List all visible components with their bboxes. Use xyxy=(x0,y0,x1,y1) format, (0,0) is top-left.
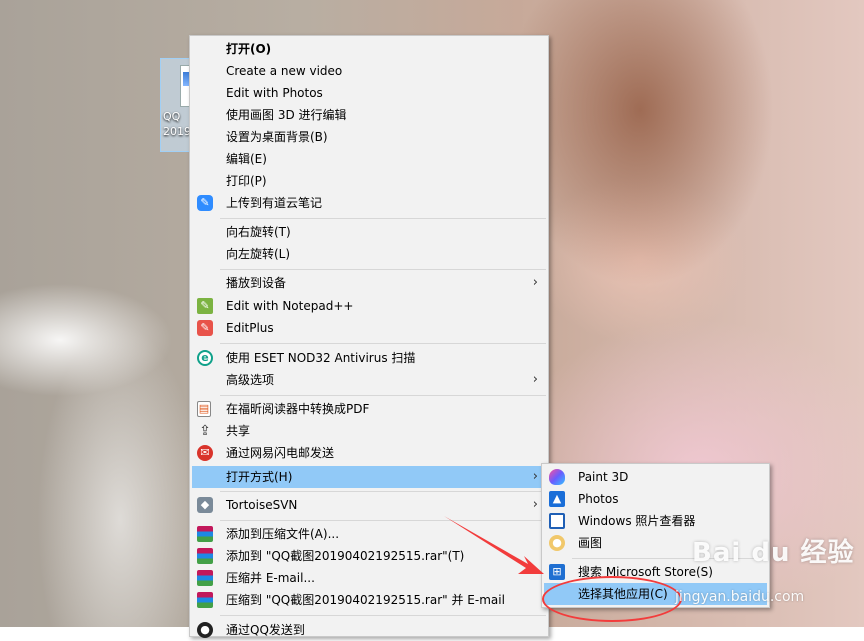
menu-separator xyxy=(220,395,546,396)
menu-item-cast-to-device[interactable]: 播放到设备 › xyxy=(192,272,546,294)
netease-flash-mail-icon: ✉ xyxy=(197,445,213,461)
menu-item-label: 设置为桌面背景(B) xyxy=(226,130,328,144)
annotation-arrow xyxy=(444,516,544,574)
menu-item-share[interactable]: ⇪ 共享 xyxy=(192,420,546,442)
menu-item-edit-with-photos[interactable]: Edit with Photos xyxy=(192,82,546,104)
menu-item-send-via-qq[interactable]: ● 通过QQ发送到 xyxy=(192,619,546,641)
submenu-item-photos[interactable]: ▲ Photos xyxy=(544,488,767,510)
menu-item-advanced-options[interactable]: 高级选项 › xyxy=(192,369,546,391)
submenu-item-label: 画图 xyxy=(578,536,603,550)
photos-icon: ▲ xyxy=(549,491,565,507)
menu-item-label: TortoiseSVN xyxy=(226,498,298,512)
menu-item-edit[interactable]: 编辑(E) xyxy=(192,148,546,170)
menu-item-label: 打印(P) xyxy=(226,174,267,188)
submenu-item-windows-photo-viewer[interactable]: Windows 照片查看器 xyxy=(544,510,767,532)
menu-item-label: 使用 ESET NOD32 Antivirus 扫描 xyxy=(226,351,416,365)
winrar-icon xyxy=(197,548,213,564)
menu-item-label: Create a new video xyxy=(226,64,343,78)
menu-item-rotate-left[interactable]: 向左旋转(L) xyxy=(192,243,546,265)
menu-item-label: 高级选项 xyxy=(226,373,275,387)
submenu-item-label: Windows 照片查看器 xyxy=(578,514,696,528)
menu-separator xyxy=(220,615,546,616)
notepadpp-icon: ✎ xyxy=(197,298,213,314)
menu-item-label: EditPlus xyxy=(226,321,274,335)
menu-item-editplus[interactable]: ✎ EditPlus xyxy=(192,317,546,339)
menu-item-label: 共享 xyxy=(226,424,251,438)
youdao-note-icon: ✎ xyxy=(197,195,213,211)
mspaint-icon: ● xyxy=(549,535,565,551)
baidu-jingyan-url: jingyan.baidu.com xyxy=(675,589,805,605)
menu-separator xyxy=(220,218,546,219)
submenu-item-label: Paint 3D xyxy=(578,470,629,484)
microsoft-store-icon: ⊞ xyxy=(549,564,565,580)
menu-item-label: 打开(O) xyxy=(226,42,272,56)
editplus-icon: ✎ xyxy=(197,320,213,336)
menu-item-label: Edit with Notepad++ xyxy=(226,299,354,313)
menu-item-label: 通过QQ发送到 xyxy=(226,623,305,637)
menu-item-label: 编辑(E) xyxy=(226,152,267,166)
windows-photo-viewer-icon xyxy=(549,513,565,529)
eset-icon: e xyxy=(197,350,213,366)
menu-item-set-desktop-background[interactable]: 设置为桌面背景(B) xyxy=(192,126,546,148)
chevron-right-icon: › xyxy=(532,372,538,387)
menu-item-label: 上传到有道云笔记 xyxy=(226,196,323,210)
menu-item-label: 添加到压缩文件(A)... xyxy=(226,527,340,541)
menu-item-label: 打开方式(H) xyxy=(226,470,293,484)
menu-item-upload-youdao[interactable]: ✎ 上传到有道云笔记 xyxy=(192,192,546,214)
menu-item-label: 压缩到 "QQ截图20190402192515.rar" 并 E-mail xyxy=(226,593,505,607)
menu-item-edit-paint3d[interactable]: 使用画图 3D 进行编辑 xyxy=(192,104,546,126)
menu-item-open[interactable]: 打开(O) xyxy=(192,38,546,60)
menu-item-netease-mail-send[interactable]: ✉ 通过网易闪电邮发送 xyxy=(192,442,546,464)
menu-separator xyxy=(220,491,546,492)
menu-item-eset-scan[interactable]: e 使用 ESET NOD32 Antivirus 扫描 xyxy=(192,347,546,369)
menu-item-rotate-right[interactable]: 向右旋转(T) xyxy=(192,221,546,243)
winrar-icon xyxy=(197,592,213,608)
menu-item-label: 添加到 "QQ截图20190402192515.rar"(T) xyxy=(226,549,465,563)
tortoisesvn-icon: ◆ xyxy=(197,497,213,513)
menu-item-foxit-convert-pdf[interactable]: ▤ 在福昕阅读器中转换成PDF xyxy=(192,398,546,420)
share-icon: ⇪ xyxy=(199,423,211,439)
winrar-icon xyxy=(197,570,213,586)
menu-item-label: 向右旋转(T) xyxy=(226,225,291,239)
winrar-icon xyxy=(197,526,213,542)
qq-icon: ● xyxy=(197,622,213,638)
chevron-right-icon: › xyxy=(532,275,538,290)
paint3d-icon xyxy=(549,469,565,485)
menu-item-label: 向左旋转(L) xyxy=(226,247,291,261)
foxit-pdf-icon: ▤ xyxy=(197,401,211,417)
menu-item-label: 使用画图 3D 进行编辑 xyxy=(226,108,347,122)
chevron-right-icon: › xyxy=(532,469,538,484)
menu-item-label: 通过网易闪电邮发送 xyxy=(226,446,335,460)
menu-item-label: 在福昕阅读器中转换成PDF xyxy=(226,402,370,416)
menu-item-print[interactable]: 打印(P) xyxy=(192,170,546,192)
menu-item-label: Edit with Photos xyxy=(226,86,323,100)
menu-item-open-with[interactable]: 打开方式(H) › xyxy=(192,466,546,488)
submenu-item-paint3d[interactable]: Paint 3D xyxy=(544,466,767,488)
menu-separator xyxy=(220,269,546,270)
menu-item-create-video[interactable]: Create a new video xyxy=(192,60,546,82)
submenu-item-label: Photos xyxy=(578,492,619,506)
menu-item-compress-rar-email[interactable]: 压缩到 "QQ截图20190402192515.rar" 并 E-mail xyxy=(192,589,546,611)
menu-item-label: 压缩并 E-mail... xyxy=(226,571,315,585)
menu-separator xyxy=(220,343,546,344)
menu-item-label: 播放到设备 xyxy=(226,276,287,290)
baidu-jingyan-watermark: Bai du 经验 xyxy=(692,538,855,568)
annotation-circle xyxy=(542,576,682,622)
menu-item-edit-notepadpp[interactable]: ✎ Edit with Notepad++ xyxy=(192,295,546,317)
